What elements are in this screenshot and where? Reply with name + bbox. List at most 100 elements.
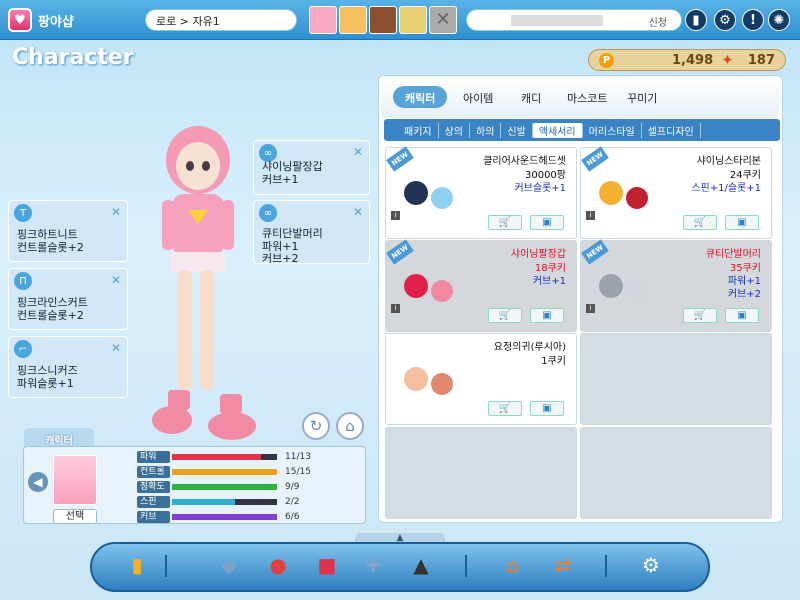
- char-egg-icon[interactable]: [399, 6, 427, 34]
- gears-icon[interactable]: ⚙: [714, 9, 736, 31]
- shop-item[interactable]: NEW 클리어사운드헤드셋 30000팡 커브슬롯+1 i 🛒 ▣: [385, 146, 577, 239]
- subtab-bottom[interactable]: 하의: [470, 122, 502, 138]
- unequip-icon[interactable]: ✕: [353, 145, 363, 159]
- equipped-top[interactable]: T ✕ 핑크하트니트 컨트롤슬롯+2: [8, 200, 128, 262]
- cart-icon[interactable]: 🛒: [488, 401, 522, 416]
- equipped-shoes[interactable]: ⌐ ✕ 핑크스니커즈 파워슬롯+1: [8, 336, 128, 398]
- gacha-icon[interactable]: ●: [263, 550, 293, 580]
- tab-caddie[interactable]: 캐디: [509, 86, 553, 108]
- stat-bar-fill: [172, 499, 235, 505]
- char-brown-icon[interactable]: [369, 6, 397, 34]
- info-icon[interactable]: i: [391, 211, 400, 220]
- item-effect: 커브+1: [532, 276, 566, 287]
- stat-row: 컨트롤 15/15: [137, 466, 362, 478]
- info-icon[interactable]: i: [391, 304, 400, 313]
- equipped-skirt[interactable]: Π ✕ 핑크라인스커트 컨트롤슬롯+2: [8, 268, 128, 330]
- shop-tabs: 캐릭터 아이템 캐디 마스코트 꾸미기: [381, 78, 779, 118]
- stat-bar: [172, 499, 277, 505]
- char-pink-icon[interactable]: [309, 6, 337, 34]
- subtab-accessory[interactable]: 액세서리: [532, 122, 583, 138]
- shop-item[interactable]: NEW 샤이닝팔장갑 18쿠키 커브+1 i 🛒 ▣: [385, 239, 577, 332]
- stat-bar: [172, 454, 277, 460]
- settings-panel-icon[interactable]: ⚙: [636, 550, 666, 580]
- tab-mascot[interactable]: 마스코트: [555, 86, 619, 108]
- unequip-icon[interactable]: ✕: [353, 205, 363, 219]
- home-icon[interactable]: ⌂: [498, 550, 528, 580]
- stat-bar-fill: [172, 469, 277, 475]
- subtab-hairstyle[interactable]: 머리스타일: [583, 122, 642, 138]
- stat-value: 9/9: [285, 482, 300, 492]
- shop-item[interactable]: NEW 큐티단발머리 35쿠키 파워+1 커브+2 i 🛒 ▣: [580, 239, 772, 332]
- cart-icon[interactable]: 🛒: [488, 215, 522, 230]
- stat-bar-fill: [172, 514, 277, 520]
- page-title: Character: [12, 45, 134, 70]
- stat-row: 커브 6/6: [137, 511, 362, 523]
- stat-row: 정확도 9/9: [137, 481, 362, 493]
- gift-box-icon[interactable]: ▣: [530, 215, 564, 230]
- cookie-icon: ✦: [721, 51, 734, 69]
- gift-box-icon[interactable]: ▣: [530, 308, 564, 323]
- tab-decoration[interactable]: 꾸미기: [615, 86, 669, 108]
- character-tab[interactable]: 캐릭터: [24, 428, 94, 448]
- tab-character[interactable]: 캐릭터: [393, 86, 448, 108]
- equipped-stat: 파워슬롯+1: [17, 377, 74, 390]
- cat-icon[interactable]: ▲: [406, 550, 436, 580]
- item-image: [404, 274, 453, 302]
- gift-box-icon[interactable]: ▣: [725, 215, 759, 230]
- shirt-icon: T: [14, 204, 32, 222]
- subtab-top[interactable]: 상의: [439, 122, 471, 138]
- phone-icon[interactable]: ▮: [685, 9, 707, 31]
- shop-item[interactable]: 요정의귀(루시아) 1쿠키 🛒 ▣: [385, 333, 577, 425]
- cart-icon[interactable]: 🛒: [488, 308, 522, 323]
- skirt-icon: Π: [14, 272, 32, 290]
- cart-icon[interactable]: 🛒: [683, 308, 717, 323]
- unequip-icon[interactable]: ✕: [111, 205, 121, 219]
- tab-item[interactable]: 아이템: [451, 86, 505, 108]
- transfer-icon[interactable]: ⇄: [548, 550, 578, 580]
- unequip-icon[interactable]: ✕: [111, 273, 121, 287]
- item-name: 클리어사운드헤드셋: [483, 156, 566, 167]
- subtab-self-design[interactable]: 셀프디자인: [642, 122, 701, 138]
- info-icon[interactable]: i: [586, 304, 595, 313]
- equipped-hair[interactable]: ∞ ✕ 큐티단발머리 파워+1 커브+2: [253, 200, 370, 265]
- character-selector: ✕: [309, 6, 457, 34]
- pang-coin-icon: P: [599, 52, 614, 68]
- select-button[interactable]: 선택: [53, 509, 97, 524]
- gift-icon[interactable]: ■: [312, 550, 342, 580]
- stat-bar-fill: [172, 484, 277, 490]
- item-effect: 스핀+1/슬롯+1: [691, 183, 761, 194]
- top-bar: ♥ 팡야샵 로로 > 자유1 ✕ 신청 ▮ ⚙ ! ✺: [0, 0, 800, 40]
- help-icon[interactable]: !: [742, 9, 764, 31]
- card-icon[interactable]: ◆: [214, 550, 244, 580]
- basket-icon[interactable]: ⌂: [336, 412, 364, 440]
- char-yellow-icon[interactable]: [339, 6, 367, 34]
- divider: [465, 555, 467, 577]
- stat-bar: [172, 469, 277, 475]
- char-locked-icon[interactable]: ✕: [429, 6, 457, 34]
- item-slot-empty: [385, 427, 577, 519]
- gift-box-icon[interactable]: ▣: [725, 308, 759, 323]
- info-icon[interactable]: i: [586, 211, 595, 220]
- search-apply[interactable]: 신청: [649, 14, 667, 29]
- item-slot-empty: [580, 333, 772, 425]
- search-blurred: [511, 15, 603, 26]
- rotate-button[interactable]: ↻: [302, 412, 330, 440]
- location-field[interactable]: 로로 > 자유1: [145, 9, 297, 31]
- prev-character-icon[interactable]: ◀: [28, 472, 48, 492]
- stat-label: 컨트롤: [137, 466, 170, 478]
- shop-item[interactable]: NEW 샤이닝스타리본 24쿠키 스핀+1/슬롯+1 i 🛒 ▣: [580, 146, 772, 239]
- equipped-gloves[interactable]: ∞ ✕ 샤이닝팔장갑 커브+1: [253, 140, 370, 195]
- exit-door-icon[interactable]: ▮: [122, 550, 152, 580]
- cart-icon[interactable]: 🛒: [683, 215, 717, 230]
- puzzle-icon[interactable]: ✚: [358, 550, 388, 580]
- stat-value: 11/13: [285, 452, 311, 462]
- unequip-icon[interactable]: ✕: [111, 341, 121, 355]
- subtab-package[interactable]: 패키지: [398, 122, 439, 138]
- settings-icon[interactable]: ✺: [768, 9, 790, 31]
- subtab-shoes[interactable]: 신발: [501, 122, 533, 138]
- stat-row: 스핀 2/2: [137, 496, 362, 508]
- search-input[interactable]: 신청: [466, 9, 682, 31]
- stat-bar: [172, 514, 277, 520]
- gift-box-icon[interactable]: ▣: [530, 401, 564, 416]
- item-image: [404, 367, 453, 395]
